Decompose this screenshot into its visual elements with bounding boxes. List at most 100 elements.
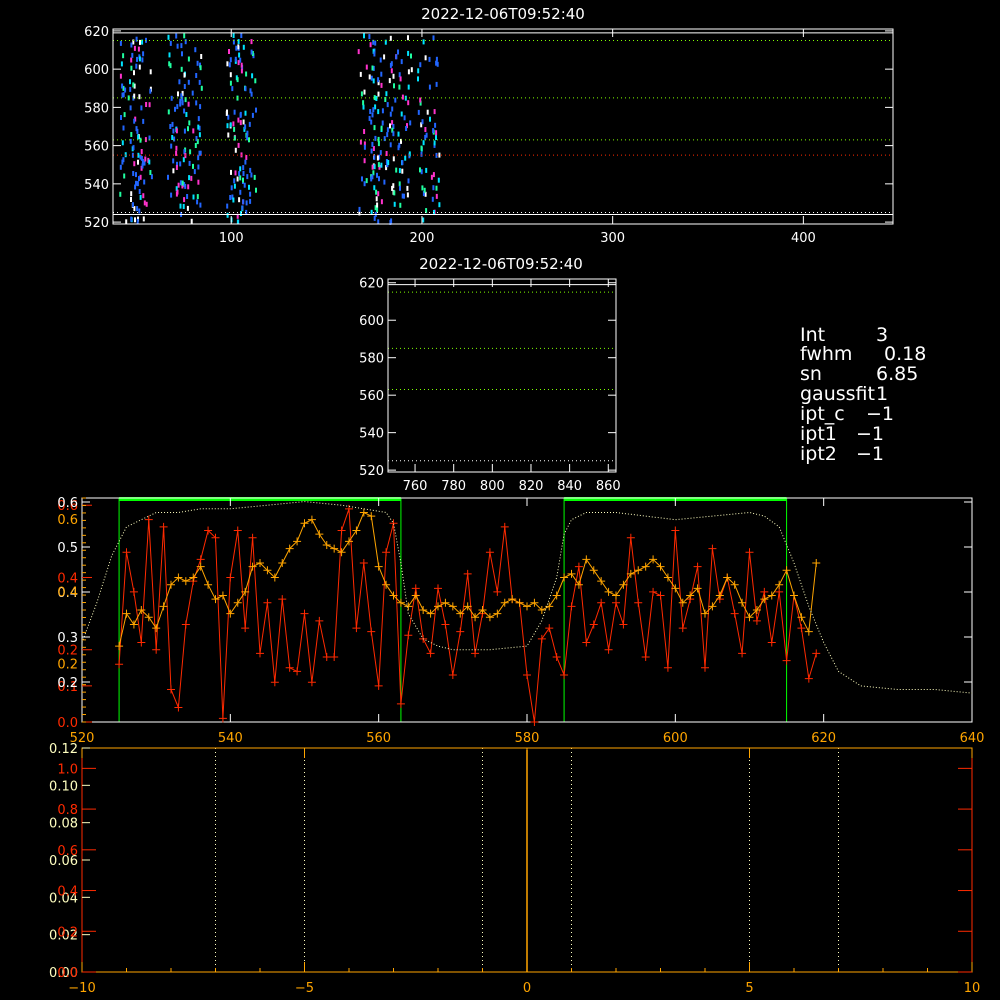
speckle — [380, 162, 383, 168]
speckle — [232, 33, 235, 38]
speckle — [135, 172, 137, 178]
speckle — [172, 158, 175, 164]
speckle — [242, 171, 245, 176]
x-tick-label: 860 — [596, 479, 621, 494]
speckle — [380, 199, 383, 205]
speckle — [172, 128, 175, 134]
speckle — [242, 165, 245, 171]
speckle — [421, 119, 424, 125]
speckle — [424, 127, 427, 132]
fwhm-value: 0.18 — [884, 343, 926, 365]
speckle — [409, 120, 412, 126]
speckle — [239, 189, 242, 195]
speckle — [246, 130, 249, 136]
red-data-point — [263, 598, 272, 607]
speckle — [188, 175, 191, 181]
orange-data-point — [663, 573, 672, 582]
speckle — [130, 65, 133, 71]
speckle — [246, 135, 249, 141]
speckle — [426, 109, 429, 115]
speckle — [390, 61, 393, 67]
speckle — [405, 126, 408, 131]
red-data-point — [612, 598, 620, 607]
speckle — [377, 191, 380, 197]
y-tick-label: 520 — [359, 464, 384, 479]
x-tick-label: 800 — [480, 479, 505, 494]
speckle — [236, 77, 239, 83]
speckle — [173, 136, 176, 142]
orange-data-point — [812, 559, 821, 568]
speckle — [141, 57, 144, 63]
orange-data-point — [129, 620, 138, 629]
speckle — [175, 150, 178, 156]
orange-data-point — [582, 555, 591, 564]
y-tick-label-red: 0.4 — [57, 571, 78, 586]
speckle — [133, 70, 135, 76]
orange-data-point — [374, 562, 383, 571]
red-data-point — [745, 548, 754, 557]
orange-data-point — [189, 573, 198, 582]
speckle — [255, 187, 257, 193]
speckle — [143, 179, 146, 185]
speckle — [383, 54, 386, 60]
speckle — [241, 205, 244, 211]
speckle — [192, 163, 194, 169]
speckle — [400, 59, 403, 65]
speckle — [398, 181, 401, 187]
speckle — [376, 155, 379, 161]
red-data-point — [159, 522, 168, 531]
image-frame — [387, 278, 617, 473]
speckle — [363, 129, 366, 134]
speckle — [230, 185, 233, 191]
speckle — [121, 83, 124, 89]
speckle — [375, 196, 378, 202]
speckle — [245, 200, 248, 206]
orange-data-point — [560, 573, 569, 582]
speckle — [229, 122, 232, 128]
ipt2-value: −1 — [856, 443, 884, 465]
speckle — [379, 57, 382, 63]
speckle — [373, 185, 376, 191]
red-data-point — [530, 718, 539, 726]
red-data-point — [574, 562, 583, 571]
speckle — [137, 159, 139, 165]
speckle — [428, 84, 431, 90]
x-tick-label: 840 — [557, 479, 582, 494]
speckle — [199, 104, 202, 110]
red-data-point — [678, 624, 687, 633]
orange-data-point — [300, 519, 309, 528]
red-data-point — [404, 631, 413, 640]
speckle — [133, 161, 136, 167]
red-data-point — [656, 591, 665, 600]
speckle — [401, 168, 404, 174]
x-tick-label: 560 — [366, 731, 391, 746]
speckle — [240, 62, 243, 68]
speckle — [197, 164, 200, 170]
gaussfit-label: gaussfit — [800, 383, 875, 405]
speckle — [425, 132, 428, 138]
speckle — [244, 159, 247, 165]
speckle — [406, 185, 409, 191]
speckle — [228, 62, 231, 68]
speckle — [239, 166, 242, 172]
orange-data-point — [790, 591, 798, 600]
red-data-point — [626, 533, 635, 542]
speckle — [242, 177, 244, 183]
sn-value: 6.85 — [876, 363, 918, 385]
red-data-point — [752, 616, 761, 625]
x-tick-label: 100 — [219, 231, 244, 246]
orange-data-point — [634, 566, 643, 575]
speckle — [197, 116, 200, 122]
speckle — [389, 111, 392, 117]
speckle — [369, 109, 372, 114]
speckle — [129, 86, 132, 92]
orange-data-point — [589, 566, 598, 575]
speckle — [234, 147, 237, 153]
speckle — [188, 160, 191, 166]
info-block: Int 3 fwhm 0.18 sn 6.85 gaussfit 1 ipt_c… — [800, 324, 926, 465]
speckle — [192, 128, 195, 134]
orange-data-point — [152, 624, 161, 633]
y-tick-label: 620 — [359, 277, 384, 292]
red-data-point — [196, 555, 205, 564]
speckle — [142, 216, 145, 222]
